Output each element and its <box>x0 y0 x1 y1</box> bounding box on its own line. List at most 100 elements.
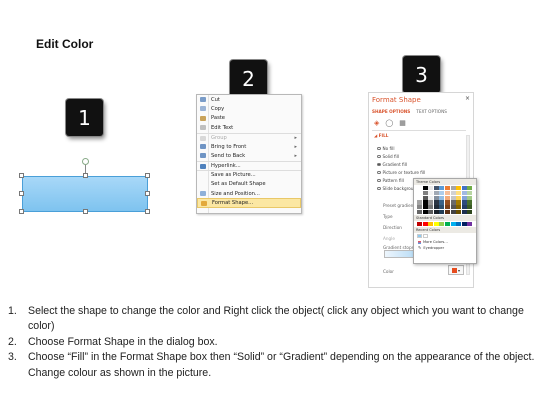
solid-fill-radio[interactable]: Solid fill <box>377 154 399 159</box>
color-swatch[interactable] <box>433 222 439 227</box>
menu-item-size-and-position[interactable]: Size and Position... <box>197 189 301 198</box>
menu-item-cut[interactable]: Cut <box>197 95 301 104</box>
color-swatch[interactable] <box>444 200 450 205</box>
color-swatch[interactable] <box>461 186 467 191</box>
color-swatch[interactable] <box>439 205 445 210</box>
color-swatch[interactable] <box>422 195 428 200</box>
color-swatch[interactable] <box>439 200 445 205</box>
color-swatch[interactable] <box>444 222 450 227</box>
color-swatch[interactable] <box>422 190 428 195</box>
color-swatch[interactable] <box>433 200 439 205</box>
color-swatch[interactable] <box>461 195 467 200</box>
effects-icon[interactable]: ◯ <box>385 119 393 127</box>
rotate-handle[interactable] <box>82 158 89 165</box>
color-swatch[interactable] <box>417 234 422 239</box>
size-properties-icon[interactable]: ▦ <box>399 119 406 127</box>
color-swatch[interactable] <box>439 222 445 227</box>
color-swatch[interactable] <box>422 222 428 227</box>
color-swatch[interactable] <box>467 195 473 200</box>
color-swatch[interactable] <box>461 190 467 195</box>
color-swatch[interactable] <box>461 209 467 215</box>
color-swatch[interactable] <box>417 200 422 205</box>
color-swatch[interactable] <box>428 205 434 210</box>
menu-item-format-shape[interactable]: Format Shape... <box>197 198 301 208</box>
color-swatch[interactable] <box>450 200 456 205</box>
color-swatch[interactable] <box>456 195 462 200</box>
color-swatch[interactable] <box>456 205 462 210</box>
tab-shape-options[interactable]: SHAPE OPTIONS <box>372 109 410 114</box>
color-swatch[interactable] <box>444 195 450 200</box>
color-swatch[interactable] <box>417 195 422 200</box>
selected-rectangle-shape[interactable] <box>22 176 148 212</box>
color-swatch[interactable] <box>439 190 445 195</box>
color-swatch[interactable] <box>461 205 467 210</box>
color-swatch[interactable] <box>456 222 462 227</box>
color-swatch[interactable] <box>450 186 456 191</box>
color-swatch[interactable] <box>422 205 428 210</box>
tab-text-options[interactable]: TEXT OPTIONS <box>416 109 447 114</box>
resize-handle-right[interactable] <box>145 191 150 196</box>
color-swatch[interactable] <box>467 200 473 205</box>
color-swatch[interactable] <box>444 186 450 191</box>
menu-item-copy[interactable]: Copy <box>197 104 301 113</box>
resize-handle-top-left[interactable] <box>19 173 24 178</box>
fill-section-header[interactable]: ◢ FILL <box>374 133 388 138</box>
color-swatch[interactable] <box>417 222 422 227</box>
color-swatch[interactable] <box>417 190 422 195</box>
color-swatch[interactable] <box>450 190 456 195</box>
menu-item-bring-to-front[interactable]: Bring to Front ▸ <box>197 142 301 151</box>
color-swatch[interactable] <box>422 234 428 239</box>
color-swatch[interactable] <box>428 200 434 205</box>
color-swatch[interactable] <box>417 186 422 191</box>
menu-item-group[interactable]: Group ▸ <box>197 132 301 142</box>
eyedropper-option[interactable]: ✎ Eyedropper <box>414 245 476 251</box>
color-swatch[interactable] <box>433 195 439 200</box>
color-picker-button[interactable]: ▾ <box>448 265 464 275</box>
menu-item-set-default-shape[interactable]: Set as Default Shape <box>197 180 301 189</box>
menu-item-edit-text[interactable]: Edit Text <box>197 123 301 132</box>
color-swatch[interactable] <box>433 205 439 210</box>
color-swatch[interactable] <box>461 200 467 205</box>
close-icon[interactable]: × <box>465 95 470 102</box>
color-swatch[interactable] <box>428 222 434 227</box>
color-swatch[interactable] <box>461 222 467 227</box>
picture-fill-radio[interactable]: Picture or texture fill <box>377 170 425 175</box>
color-swatch[interactable] <box>456 186 462 191</box>
color-swatch[interactable] <box>450 205 456 210</box>
color-swatch[interactable] <box>428 209 434 215</box>
color-swatch[interactable] <box>428 186 434 191</box>
menu-item-hyperlink[interactable]: Hyperlink... <box>197 160 301 170</box>
color-swatch[interactable] <box>444 209 450 215</box>
color-swatch[interactable] <box>433 186 439 191</box>
color-swatch[interactable] <box>450 195 456 200</box>
fill-line-icon[interactable]: ◈ <box>374 119 379 127</box>
menu-item-save-as-picture[interactable]: Save as Picture... <box>197 170 301 179</box>
color-swatch[interactable] <box>456 209 462 215</box>
color-swatch[interactable] <box>439 195 445 200</box>
color-swatch[interactable] <box>467 205 473 210</box>
color-swatch[interactable] <box>467 186 473 191</box>
color-swatch[interactable] <box>433 209 439 215</box>
resize-handle-bottom-right[interactable] <box>145 209 150 214</box>
color-swatch[interactable] <box>450 209 456 215</box>
color-swatch[interactable] <box>444 205 450 210</box>
gradient-fill-radio[interactable]: Gradient fill <box>377 162 407 167</box>
color-swatch[interactable] <box>422 209 428 215</box>
color-swatch[interactable] <box>456 200 462 205</box>
pattern-fill-radio[interactable]: Pattern fill <box>377 178 404 183</box>
color-swatch[interactable] <box>456 190 462 195</box>
menu-item-send-to-back[interactable]: Send to Back ▸ <box>197 151 301 160</box>
color-swatch[interactable] <box>428 190 434 195</box>
menu-item-paste[interactable]: Paste <box>197 114 301 123</box>
color-swatch[interactable] <box>450 222 456 227</box>
color-swatch[interactable] <box>422 186 428 191</box>
no-fill-radio[interactable]: No fill <box>377 146 395 151</box>
color-swatch[interactable] <box>439 209 445 215</box>
color-swatch[interactable] <box>467 222 473 227</box>
color-swatch[interactable] <box>422 200 428 205</box>
color-swatch[interactable] <box>444 190 450 195</box>
color-swatch[interactable] <box>417 209 422 215</box>
resize-handle-bottom-left[interactable] <box>19 209 24 214</box>
color-swatch[interactable] <box>433 190 439 195</box>
color-swatch[interactable] <box>428 195 434 200</box>
